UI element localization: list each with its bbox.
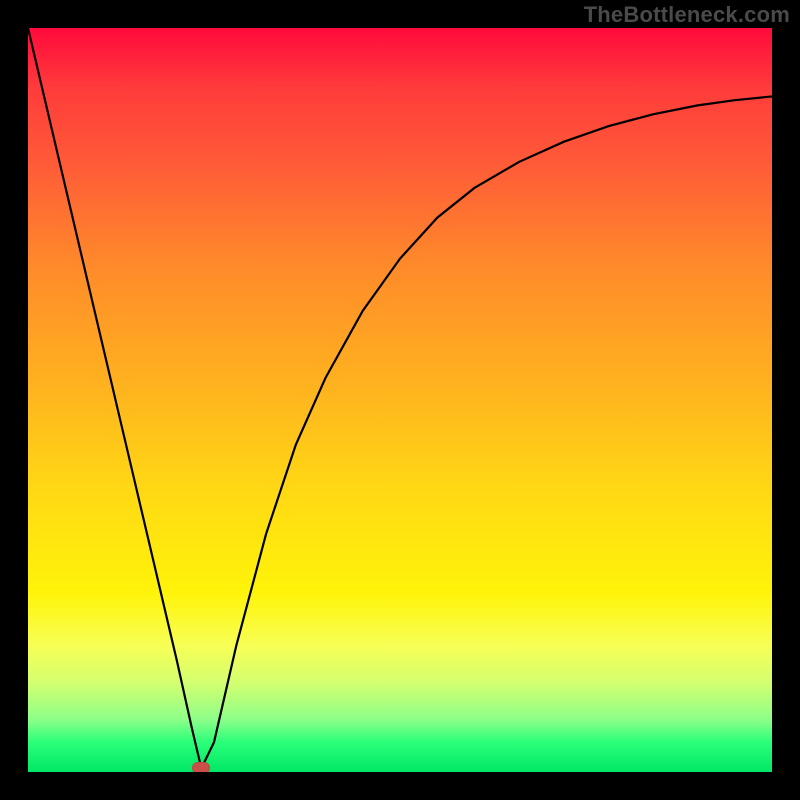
chart-frame: TheBottleneck.com <box>0 0 800 800</box>
bottleneck-curve <box>28 28 772 768</box>
plot-area <box>28 28 772 772</box>
curve-svg <box>28 28 772 772</box>
minimum-marker <box>192 762 210 772</box>
attribution-text: TheBottleneck.com <box>584 2 790 28</box>
